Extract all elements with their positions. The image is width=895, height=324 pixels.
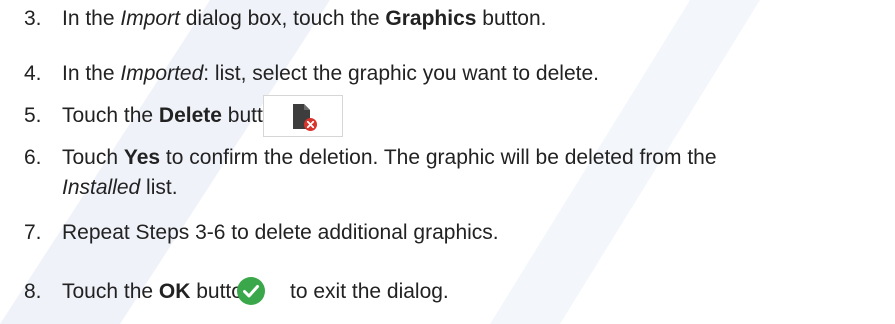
step-text-italic: Installed [62, 176, 141, 199]
step-text-bold: OK [158, 280, 191, 303]
step-number: 3. [24, 7, 42, 30]
step-text-part: Touch the [62, 104, 159, 127]
step-text-italic: Import [120, 7, 180, 30]
delete-graphic-icon [293, 104, 317, 131]
step-number: 6. [24, 146, 42, 169]
step-text-part: In the [62, 62, 121, 85]
step-text-bold: Yes [123, 146, 161, 169]
instruction-steps: 3. In the Import dialog box, touch the G… [0, 0, 895, 324]
step-text: Touch the OK button [62, 279, 255, 305]
step-text-part: : list, select the graphic you want to d… [203, 62, 599, 85]
step-text-part: button. [476, 7, 547, 30]
step-text-part: to confirm the deletion. The graphic wil… [160, 146, 717, 169]
step-text: Touch the Delete button. [62, 103, 292, 129]
step-text-italic: Imported [120, 62, 204, 85]
step-number: 5. [24, 104, 42, 127]
step-text: Touch Yes to confirm the deletion. The g… [62, 145, 717, 171]
step-text-bold: Graphics [385, 7, 477, 30]
step-text-part: list. [140, 176, 178, 199]
step-text-part: Touch [62, 146, 124, 169]
step-text: Installed list. [62, 175, 178, 201]
ok-check-icon[interactable] [236, 276, 266, 306]
step-number: 8. [24, 280, 42, 303]
step-text: Repeat Steps 3-6 to delete additional gr… [62, 221, 499, 244]
step-text-part: Touch the [62, 280, 159, 303]
step-number: 7. [24, 221, 42, 244]
step-text-bold: Delete [158, 104, 222, 127]
step-text-part: to exit the dialog. [290, 280, 449, 303]
step-text: In the Imported: list, select the graphi… [62, 61, 599, 87]
delete-button[interactable] [263, 95, 343, 137]
step-number: 4. [24, 62, 42, 85]
step-text: In the Import dialog box, touch the Grap… [62, 6, 547, 32]
step-text-part: In the [62, 7, 121, 30]
step-text-part: dialog box, touch the [179, 7, 386, 30]
